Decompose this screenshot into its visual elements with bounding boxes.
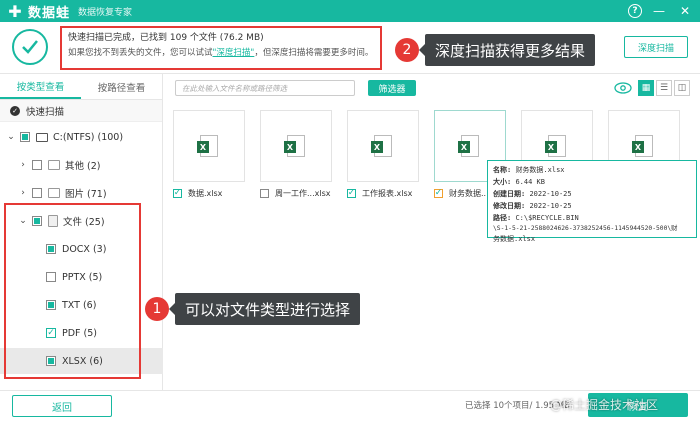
file-browser: 在此处输入文件名称或路径筛选 筛选器 ▦ ☰ ◫ 数据.xlsx 周一工作...…: [163, 74, 700, 390]
file-checkbox[interactable]: [173, 189, 182, 198]
filter-button[interactable]: 筛选器: [368, 80, 416, 96]
close-icon[interactable]: ✕: [676, 2, 694, 20]
folder-icon: [48, 160, 60, 170]
file-checkbox[interactable]: [260, 189, 269, 198]
deep-scan-link[interactable]: "深度扫描": [213, 48, 255, 58]
drive-icon: [36, 132, 48, 142]
excel-file-icon: [632, 135, 653, 157]
tree-item-drive[interactable]: ⌄ C:(NTFS) (100): [6, 124, 123, 150]
image-icon: [48, 188, 60, 198]
callout-text: 深度扫描获得更多结果: [418, 34, 596, 66]
tree-item-other[interactable]: › 其他 (2): [18, 152, 100, 178]
minimize-icon[interactable]: —: [650, 2, 668, 20]
browser-toolbar: 在此处输入文件名称或路径筛选 筛选器 ▦ ☰ ◫: [163, 74, 700, 102]
watermark-text: @稀土掘金技术社区: [550, 398, 659, 412]
other-checkbox[interactable]: [32, 160, 42, 170]
app-subtitle: 数据恢复专家: [78, 7, 133, 18]
chevron-right-icon[interactable]: ›: [18, 160, 28, 170]
file-thumb[interactable]: [173, 110, 245, 182]
excel-file-icon: [371, 135, 392, 157]
file-checkbox[interactable]: [347, 189, 356, 198]
excel-file-icon: [458, 135, 479, 157]
callout-deep-scan: 2 深度扫描获得更多结果: [395, 34, 596, 66]
view-tabs: 按类型查看 按路径查看: [0, 74, 162, 100]
excel-file-icon: [284, 135, 305, 157]
tab-by-path[interactable]: 按路径查看: [81, 74, 162, 99]
chevron-right-icon[interactable]: ›: [18, 188, 28, 198]
file-label[interactable]: 工作报表.xlsx: [347, 188, 412, 199]
file-label[interactable]: 周一工作...xlsx: [260, 188, 331, 199]
file-thumb[interactable]: [260, 110, 332, 182]
help-icon[interactable]: ?: [628, 4, 642, 18]
file-checkbox[interactable]: [434, 189, 443, 198]
deep-scan-button[interactable]: 深度扫描: [624, 36, 688, 58]
excel-file-icon: [545, 135, 566, 157]
preview-eye-icon[interactable]: [614, 81, 632, 95]
title-bar: ✚ 数据蛙 数据恢复专家 ? — ✕: [0, 0, 700, 22]
scan-hint-text: 如果您找不到丢失的文件，您可以试试"深度扫描"，但深度扫描将需要更多时间。: [68, 48, 374, 58]
view-controls: ▦ ☰ ◫: [614, 80, 690, 96]
list-view-icon[interactable]: ☰: [656, 80, 672, 96]
bottom-bar: 返回 已选择 10个项目/ 1.95 MB 恢复 @稀土掘金技术社区: [0, 390, 700, 427]
callout-number: 1: [145, 297, 169, 321]
scan-result-text: 快速扫描已完成，已找到 109 个文件 (76.2 MB): [68, 33, 264, 43]
grid-view-icon[interactable]: ▦: [638, 80, 654, 96]
search-input[interactable]: 在此处输入文件名称或路径筛选: [175, 80, 355, 96]
callout-file-type: 1 可以对文件类型进行选择: [145, 293, 361, 325]
back-button[interactable]: 返回: [12, 395, 112, 417]
file-type-highlight-box: [4, 203, 141, 379]
app-logo-icon: ✚: [8, 1, 22, 21]
detail-view-icon[interactable]: ◫: [674, 80, 690, 96]
window-controls: ? — ✕: [628, 2, 694, 20]
file-label[interactable]: 财务数据...: [434, 188, 489, 199]
scan-status-message: 快速扫描已完成，已找到 109 个文件 (76.2 MB) 如果您找不到丢失的文…: [60, 26, 382, 70]
file-info-tooltip: 名称: 财务数据.xlsx 大小: 6.44 KB 创建日期: 2022-10-…: [487, 160, 697, 243]
quick-scan-header[interactable]: ✓ 快速扫描: [0, 100, 162, 122]
tab-by-type[interactable]: 按类型查看: [0, 74, 81, 99]
drive-checkbox[interactable]: [20, 132, 30, 142]
app-name: 数据蛙: [28, 5, 71, 21]
chevron-down-icon[interactable]: ⌄: [6, 132, 16, 142]
quick-scan-check-icon: ✓: [10, 105, 20, 116]
file-thumb[interactable]: [347, 110, 419, 182]
excel-file-icon: [197, 135, 218, 157]
callout-text: 可以对文件类型进行选择: [168, 293, 361, 325]
images-checkbox[interactable]: [32, 188, 42, 198]
file-label[interactable]: 数据.xlsx: [173, 188, 222, 199]
scan-complete-check-icon: [12, 29, 48, 65]
callout-number: 2: [395, 38, 419, 62]
